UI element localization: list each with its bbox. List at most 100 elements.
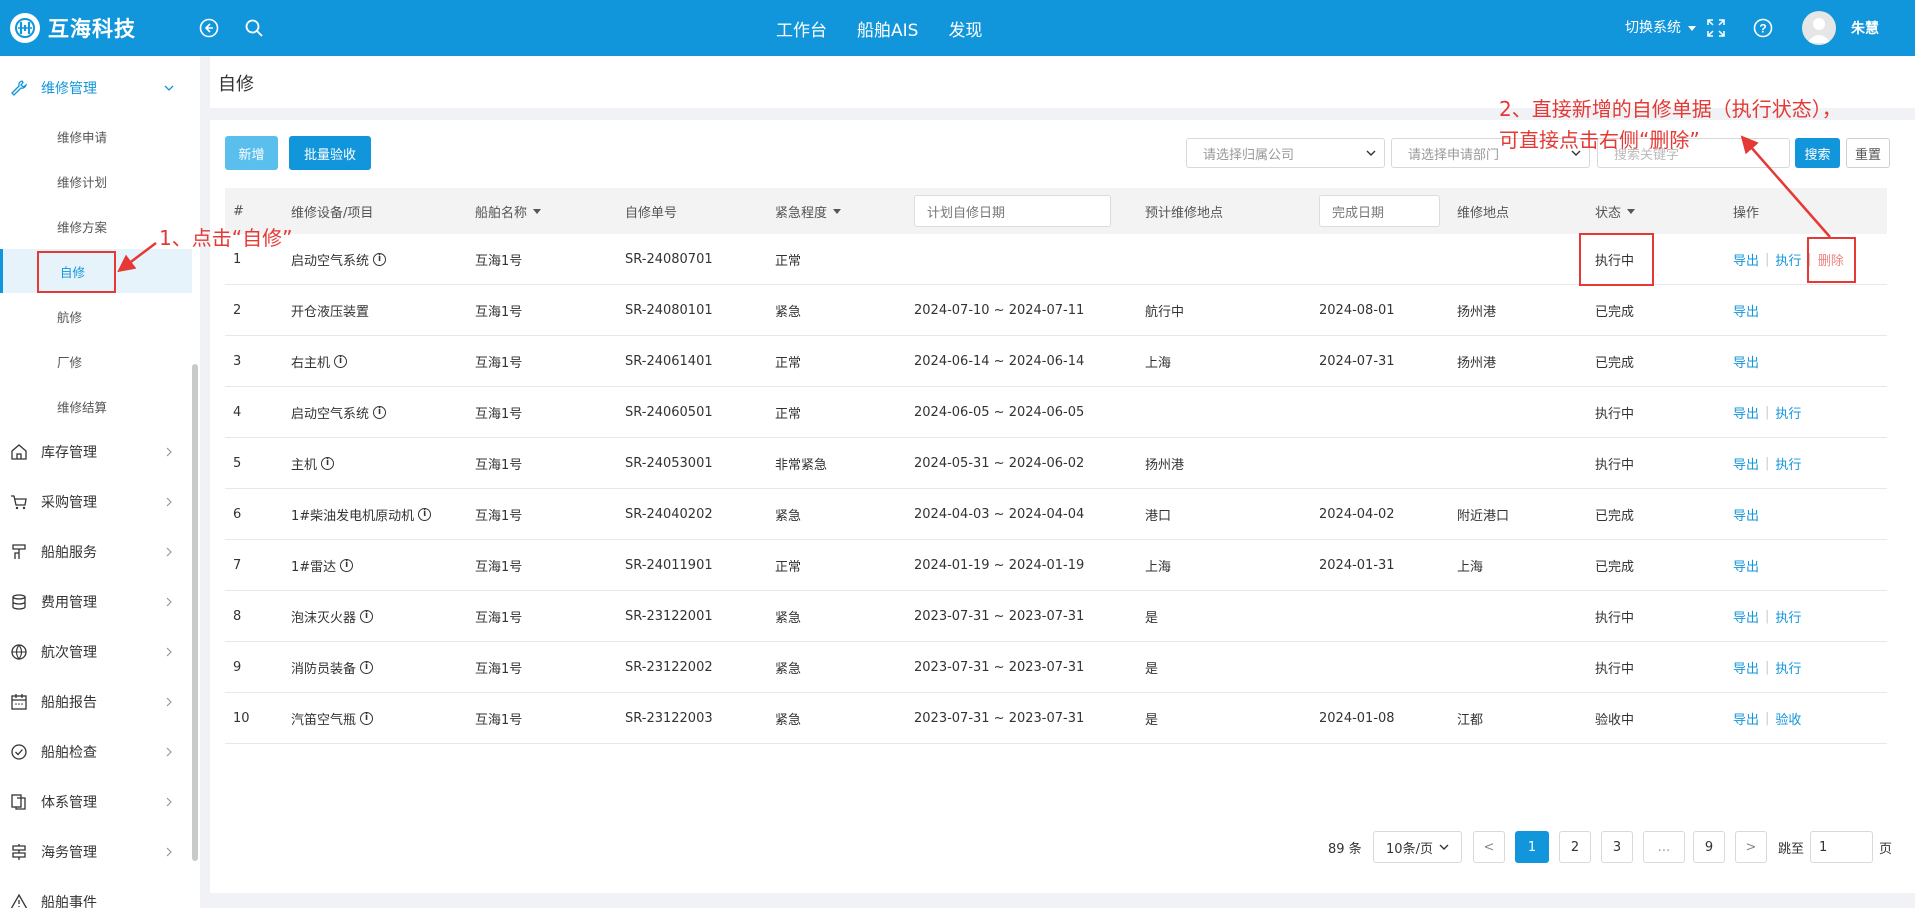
- execute-link[interactable]: 执行: [1775, 607, 1801, 626]
- nav-workbench[interactable]: 工作台: [776, 16, 827, 41]
- cell-ship: 互海1号: [475, 642, 522, 693]
- cell-item-text: 泡沫灭火器: [291, 611, 357, 626]
- col-status[interactable]: 状态: [1595, 188, 1636, 234]
- nav-discover[interactable]: 发现: [948, 16, 982, 41]
- execute-link[interactable]: 执行: [1775, 403, 1801, 422]
- reset-button[interactable]: 重置: [1846, 138, 1890, 168]
- info-icon[interactable]: i: [360, 661, 374, 674]
- cell-est-place: 扬州港: [1145, 438, 1184, 489]
- sidebar-group-ship-service[interactable]: 船舶服务: [0, 532, 192, 572]
- add-button[interactable]: 新增: [225, 136, 278, 170]
- avatar[interactable]: [1802, 11, 1836, 45]
- col-urgency[interactable]: 紧急程度: [775, 188, 842, 234]
- export-link[interactable]: 导出: [1733, 607, 1759, 626]
- sidebar-group-voyage[interactable]: 航次管理: [0, 632, 192, 672]
- info-icon[interactable]: i: [373, 406, 387, 419]
- cell-urgency: 紧急: [775, 285, 801, 336]
- export-link[interactable]: 导出: [1733, 250, 1759, 269]
- page-1-button[interactable]: 1: [1515, 831, 1549, 863]
- export-link[interactable]: 导出: [1733, 403, 1759, 422]
- page-ellipsis[interactable]: ...: [1643, 831, 1685, 863]
- sidebar-group-ship-event[interactable]: 船舶事件: [0, 882, 192, 908]
- export-link[interactable]: 导出: [1733, 556, 1759, 575]
- cell-index-text: 9: [233, 660, 242, 675]
- col-ship[interactable]: 船舶名称: [475, 188, 542, 234]
- cell-ship: 互海1号: [475, 540, 522, 591]
- export-link[interactable]: 导出: [1733, 709, 1759, 728]
- cell-index-text: 10: [233, 711, 250, 726]
- execute-link[interactable]: 执行: [1775, 658, 1801, 677]
- plan-date-filter[interactable]: 计划自修日期: [914, 195, 1111, 227]
- export-link[interactable]: 导出: [1733, 505, 1759, 524]
- cell-order-text: SR-24080701: [625, 252, 713, 267]
- signpost-icon: [12, 844, 26, 860]
- cell-order-text: SR-24080101: [625, 303, 713, 318]
- cell-ship-text: 互海1号: [475, 611, 523, 626]
- cell-item-text: 启动空气系统: [291, 407, 370, 422]
- cell-est-place: 是: [1145, 693, 1158, 744]
- switch-system-dropdown[interactable]: 切换系统: [1625, 17, 1697, 37]
- fullscreen-icon[interactable]: [1705, 17, 1727, 39]
- cell-order: SR-24040202: [625, 489, 713, 540]
- svg-text:?: ?: [1759, 22, 1766, 36]
- help-icon[interactable]: ?: [1751, 16, 1775, 40]
- sidebar-item-factory-repair[interactable]: 厂修: [0, 339, 192, 383]
- action-separator: |: [1765, 252, 1770, 267]
- cell-actions: 导出: [1733, 489, 1759, 540]
- export-link[interactable]: 导出: [1733, 658, 1759, 677]
- sidebar-group-ship-inspection[interactable]: 船舶检查: [0, 732, 192, 772]
- execute-link[interactable]: 执行: [1775, 250, 1801, 269]
- sidebar-item-voyage-repair[interactable]: 航修: [0, 294, 192, 338]
- page-3-button[interactable]: 3: [1601, 831, 1633, 863]
- jump-page-input[interactable]: 1: [1810, 831, 1873, 863]
- info-icon[interactable]: i: [373, 253, 387, 266]
- export-link[interactable]: 导出: [1733, 352, 1759, 371]
- sidebar-group-inventory[interactable]: 库存管理: [0, 432, 192, 472]
- info-icon[interactable]: i: [360, 712, 374, 725]
- info-icon[interactable]: i: [418, 508, 432, 521]
- sidebar-item-repair-plan[interactable]: 维修计划: [0, 159, 192, 203]
- cell-place-text: 江都: [1457, 713, 1484, 728]
- accept-link[interactable]: 验收: [1775, 709, 1801, 728]
- user-name[interactable]: 朱慧: [1851, 18, 1879, 38]
- batch-accept-button[interactable]: 批量验收: [289, 136, 371, 170]
- cell-order: SR-24061401: [625, 336, 713, 387]
- execute-link[interactable]: 执行: [1775, 454, 1801, 473]
- next-page-button[interactable]: >: [1735, 831, 1767, 863]
- cell-actions: 导出 | 执行: [1733, 387, 1801, 438]
- back-icon[interactable]: [197, 16, 221, 40]
- page-2-button[interactable]: 2: [1559, 831, 1591, 863]
- done-date-filter[interactable]: 完成日期: [1319, 195, 1440, 227]
- info-icon[interactable]: i: [334, 355, 348, 368]
- logo[interactable]: 互海科技: [10, 12, 136, 44]
- cell-item: 汽笛空气瓶 i: [291, 693, 374, 744]
- table-row: 7 1#雷达 i 互海1号 SR-24011901 正常 2024-01-19 ~ 2024…: [225, 540, 1887, 591]
- info-icon[interactable]: i: [321, 457, 335, 470]
- sidebar-group-marine[interactable]: 海务管理: [0, 832, 192, 872]
- search-icon[interactable]: [242, 16, 266, 40]
- sidebar-group-system[interactable]: 体系管理: [0, 782, 192, 822]
- prev-page-button[interactable]: <: [1473, 831, 1505, 863]
- search-button[interactable]: 搜索: [1795, 138, 1840, 168]
- page-size-select[interactable]: 10条/页: [1373, 831, 1462, 863]
- page-9-button[interactable]: 9: [1693, 831, 1725, 863]
- cell-item: 右主机 i: [291, 336, 348, 387]
- info-icon[interactable]: i: [340, 559, 354, 572]
- sidebar-group-procurement[interactable]: 采购管理: [0, 482, 192, 522]
- company-select[interactable]: 请选择归属公司: [1186, 138, 1385, 168]
- cell-urgency: 紧急: [775, 591, 801, 642]
- sidebar-item-repair-request[interactable]: 维修申请: [0, 114, 192, 158]
- sidebar-group-cost[interactable]: 费用管理: [0, 582, 192, 622]
- table-header: # 维修设备/项目 船舶名称 自修单号 紧急程度 计划自修日期 预计维修地点 完…: [225, 188, 1887, 234]
- cell-plan-date-text: 2024-06-14 ~ 2024-06-14: [914, 354, 1085, 369]
- sidebar-item-repair-settlement[interactable]: 维修结算: [0, 384, 192, 428]
- export-link[interactable]: 导出: [1733, 454, 1759, 473]
- sidebar-group-label: 体系管理: [41, 795, 97, 811]
- sidebar-group-maintenance[interactable]: 维修管理: [0, 68, 192, 108]
- cell-ship-text: 互海1号: [475, 458, 523, 473]
- sidebar-scrollbar[interactable]: [192, 364, 198, 861]
- export-link[interactable]: 导出: [1733, 301, 1759, 320]
- nav-ship-ais[interactable]: 船舶AIS: [857, 16, 918, 41]
- info-icon[interactable]: i: [360, 610, 374, 623]
- sidebar-group-ship-report[interactable]: 船舶报告: [0, 682, 192, 722]
